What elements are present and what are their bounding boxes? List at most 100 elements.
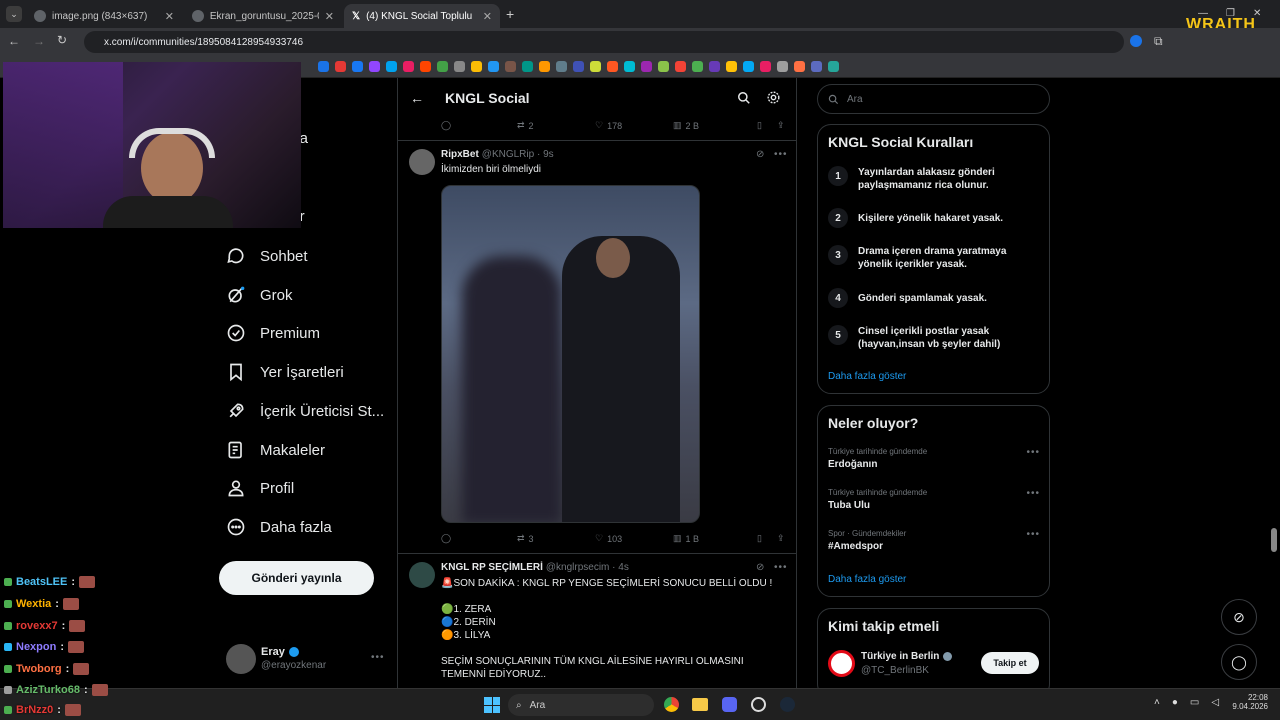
extensions-puzzle-icon[interactable]: ⧉ [1154,34,1163,49]
bookmark-favicon-icon[interactable] [573,61,584,72]
back-icon[interactable]: ← [8,34,20,48]
bookmark-favicon-icon[interactable] [403,61,414,72]
bookmark-favicon-icon[interactable] [726,61,737,72]
repost-button[interactable]: ⇄ 2 [517,120,595,131]
extension-icon[interactable] [1130,35,1142,47]
bookmark-favicon-icon[interactable] [811,61,822,72]
bookmark-favicon-icon[interactable] [556,61,567,72]
new-tab-button[interactable]: + [506,6,514,22]
bookmark-favicon-icon[interactable] [420,61,431,72]
avatar[interactable] [409,149,435,175]
grok-fab[interactable]: ⊘ [1221,599,1257,635]
avatar[interactable] [226,644,256,674]
volume-icon[interactable]: ◁ [1211,697,1219,708]
bookmark-favicon-icon[interactable] [522,61,533,72]
show-more-link[interactable]: Daha fazla göster [828,371,906,382]
post-image[interactable] [441,185,700,523]
trend-more-icon[interactable]: ••• [1026,488,1040,499]
search-icon[interactable] [737,91,751,105]
show-more-link[interactable]: Daha fazla göster [828,574,906,585]
bookmark-favicon-icon[interactable] [437,61,448,72]
trend-item[interactable]: Spor · Gündemdekiler #Amedspor ••• [828,529,1040,552]
bookmark-favicon-icon[interactable] [828,61,839,72]
reload-icon[interactable]: ↻ [57,33,67,47]
grok-icon[interactable]: ⊘ [756,149,764,160]
avatar[interactable] [409,562,435,588]
bookmark-favicon-icon[interactable] [760,61,771,72]
share-icon[interactable]: ⇪ [777,120,785,131]
bookmark-icon[interactable]: ▯ [757,533,777,544]
mic-icon[interactable]: ● [1172,697,1178,708]
bookmark-favicon-icon[interactable] [488,61,499,72]
close-icon[interactable]: ✕ [483,10,492,23]
maximize-icon[interactable]: ❐ [1226,8,1235,19]
back-arrow-icon[interactable]: ← [410,90,424,106]
trend-more-icon[interactable]: ••• [1026,447,1040,458]
chevron-up-icon[interactable]: ˄ [1154,697,1160,708]
trend-item[interactable]: Türkiye tarihinde gündemde Erdoğanın ••• [828,447,1040,470]
post-more-icon[interactable]: ••• [774,149,788,160]
bookmark-favicon-icon[interactable] [318,61,329,72]
sidebar-item-more[interactable]: Daha fazla [226,517,332,537]
chrome-icon[interactable] [664,697,679,712]
reply-icon[interactable]: ◯ [441,120,517,131]
close-icon[interactable]: ✕ [165,10,174,23]
bookmark-icon[interactable]: ▯ [757,120,777,131]
search-input[interactable]: Ara [817,84,1050,114]
bookmark-favicon-icon[interactable] [352,61,363,72]
bookmark-favicon-icon[interactable] [777,61,788,72]
bookmark-favicon-icon[interactable] [794,61,805,72]
bookmark-favicon-icon[interactable] [471,61,482,72]
grok-icon[interactable]: ⊘ [756,562,764,573]
post-more-icon[interactable]: ••• [774,562,788,573]
url-field[interactable]: x.com/i/communities/1895084128954933746 [84,31,1124,53]
bookmark-favicon-icon[interactable] [607,61,618,72]
sidebar-item-grok[interactable]: Grok [226,285,293,305]
app-icon[interactable] [751,697,766,712]
network-icon[interactable]: ▭ [1190,697,1199,708]
sidebar-item-profile[interactable]: Profil [226,478,294,498]
follow-name[interactable]: Türkiye in Berlin [861,651,953,662]
avatar[interactable] [828,650,855,677]
close-window-icon[interactable]: ✕ [1253,8,1261,19]
sidebar-item-bookmarks[interactable]: Yer İşaretleri [226,362,344,382]
trend-item[interactable]: Türkiye tarihinde gündemde Tuba Ulu ••• [828,488,1040,511]
bookmark-favicon-icon[interactable] [505,61,516,72]
like-button[interactable]: ♡ 178 [595,120,673,131]
close-icon[interactable]: ✕ [325,10,334,23]
sidebar-item-sohbet[interactable]: Sohbet [226,246,308,266]
scrollbar-thumb[interactable] [1271,528,1277,552]
trend-more-icon[interactable]: ••• [1026,529,1040,540]
forward-icon[interactable]: → [33,34,45,48]
reply-icon[interactable]: ◯ [441,533,517,544]
post-author[interactable]: KNGL RP SEÇİMLERİ [441,562,543,573]
repost-button[interactable]: ⇄ 3 [517,533,595,544]
tab-screenshot[interactable]: Ekran_goruntusu_2025-09-21_1 ✕ [184,4,342,28]
follow-button[interactable]: Takip et [981,652,1039,674]
discord-icon[interactable] [722,697,737,712]
post-author[interactable]: RipxBet [441,149,479,160]
views-button[interactable]: ▥ 2 B [673,120,757,131]
share-icon[interactable]: ⇪ [777,533,785,544]
steam-icon[interactable] [780,697,795,712]
tab-kngl-social[interactable]: 𝕏 (4) KNGL Social Topluluk / X ✕ [344,4,500,28]
tab-search-button[interactable]: ⌄ [6,6,22,22]
tab-image[interactable]: image.png (843×637) ✕ [26,4,182,28]
sidebar-item-premium[interactable]: Premium [226,323,320,343]
bookmark-favicon-icon[interactable] [539,61,550,72]
minimize-icon[interactable]: — [1198,8,1208,19]
bookmark-favicon-icon[interactable] [658,61,669,72]
account-more-icon[interactable]: ••• [371,652,385,663]
like-button[interactable]: ♡ 103 [595,533,673,544]
folder-icon[interactable] [692,698,708,711]
bookmark-favicon-icon[interactable] [369,61,380,72]
bookmark-favicon-icon[interactable] [335,61,346,72]
chat-fab[interactable]: ◯ [1221,644,1257,680]
sidebar-item-creator-studio[interactable]: İçerik Üreticisi St... [226,401,384,421]
account-name[interactable]: Eray [261,646,299,658]
bookmark-favicon-icon[interactable] [709,61,720,72]
bookmark-favicon-icon[interactable] [675,61,686,72]
post-button[interactable]: Gönderi yayınla [219,561,374,595]
clock[interactable]: 22:08 9.04.2026 [1228,693,1268,711]
bookmark-favicon-icon[interactable] [454,61,465,72]
